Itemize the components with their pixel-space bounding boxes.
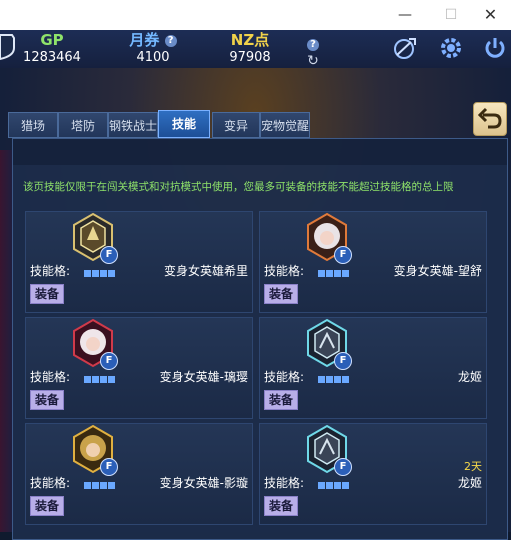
equip-button[interactable]: 装备 bbox=[264, 284, 298, 304]
skills-notice: 该页技能仅限于在闯关模式和对抗模式中使用，您最多可装备的技能不能超过技能格的总上… bbox=[23, 181, 454, 193]
skill-name: 变身女英雄-望舒 bbox=[393, 264, 482, 278]
tab-tower-defense[interactable]: 塔防 bbox=[58, 112, 108, 138]
refresh-icon[interactable]: ↻ bbox=[303, 53, 323, 69]
tab-iron-warrior[interactable]: 钢铁战士 bbox=[108, 112, 158, 138]
skill-card: F 技能格: 变身女英雄希里 装备 bbox=[25, 211, 253, 313]
nz-controls: ? ↻ bbox=[303, 34, 323, 69]
skill-name: 变身女英雄-影璇 bbox=[159, 476, 248, 490]
maximize-button[interactable]: ☐ bbox=[428, 0, 474, 30]
slot-pips bbox=[318, 266, 350, 280]
gp-value: 1283464 bbox=[23, 50, 81, 65]
close-window-button[interactable]: ✕ bbox=[470, 0, 511, 30]
back-icon[interactable] bbox=[473, 102, 507, 136]
minimize-button[interactable]: — bbox=[382, 0, 428, 30]
duration-badge: 2天 bbox=[464, 460, 482, 473]
tab-mutation[interactable]: 变异 bbox=[212, 112, 260, 138]
voucher-label: 月券 bbox=[129, 31, 160, 49]
skill-card: F 技能格: 变身女英雄-璃璎 装备 bbox=[25, 317, 253, 419]
slot-label: 技能格: bbox=[264, 264, 305, 278]
window-title-bar: — ☐ ✕ bbox=[0, 0, 511, 30]
skill-card: F 2天 技能格: 龙姬 装备 bbox=[259, 423, 487, 525]
skills-panel: 该页技能仅限于在闯关模式和对抗模式中使用，您最多可装备的技能不能超过技能格的总上… bbox=[12, 138, 508, 540]
voucher-value: 4100 bbox=[136, 50, 170, 65]
nz-label: NZ点 bbox=[230, 31, 270, 49]
equip-button[interactable]: 装备 bbox=[30, 496, 64, 516]
tab-hunting[interactable]: 猎场 bbox=[8, 112, 58, 138]
skill-name: 变身女英雄希里 bbox=[163, 264, 248, 278]
satellite-icon[interactable] bbox=[392, 35, 418, 61]
slot-label: 技能格: bbox=[264, 476, 305, 490]
tab-pet-awakening[interactable]: 宠物觉醒 bbox=[260, 112, 310, 138]
voucher-help-icon[interactable]: ? bbox=[164, 34, 177, 47]
slot-pips bbox=[84, 478, 116, 492]
gp-display: GP 1283464 bbox=[22, 32, 82, 66]
skill-name: 龙姬 bbox=[457, 370, 482, 384]
resource-bar: GP 1283464 月券 ? 4100 NZ点 97908 ? ↻ bbox=[0, 30, 511, 69]
slot-label: 技能格: bbox=[30, 370, 71, 384]
skill-card: F 技能格: 变身女英雄-影璇 装备 bbox=[25, 423, 253, 525]
slot-label: 技能格: bbox=[264, 370, 305, 384]
skill-slot-row: 技能格: 龙姬 bbox=[264, 368, 482, 384]
skill-slot-row: 技能格: 变身女英雄-影璇 bbox=[30, 474, 248, 490]
slot-pips bbox=[84, 266, 116, 280]
skill-slot-row: 技能格: 龙姬 bbox=[264, 474, 482, 490]
skill-slot-row: 技能格: 变身女英雄希里 bbox=[30, 262, 248, 278]
skill-card: F 技能格: 变身女英雄-望舒 装备 bbox=[259, 211, 487, 313]
skill-slot-row: 技能格: 变身女英雄-璃璎 bbox=[30, 368, 248, 384]
gear-icon[interactable] bbox=[438, 35, 464, 61]
nz-display: NZ点 97908 bbox=[220, 32, 280, 66]
equip-button[interactable]: 装备 bbox=[264, 496, 298, 516]
skill-name: 变身女英雄-璃璎 bbox=[159, 370, 248, 384]
slot-label: 技能格: bbox=[30, 264, 71, 278]
equip-button[interactable]: 装备 bbox=[30, 390, 64, 410]
power-icon[interactable] bbox=[482, 35, 508, 61]
gp-label: GP bbox=[40, 31, 64, 49]
slot-pips bbox=[84, 372, 116, 386]
skill-slot-row: 技能格: 变身女英雄-望舒 bbox=[264, 262, 482, 278]
panel-header bbox=[13, 139, 507, 165]
nz-value: 97908 bbox=[229, 50, 271, 65]
equip-button[interactable]: 装备 bbox=[30, 284, 64, 304]
skill-card: F 技能格: 龙姬 装备 bbox=[259, 317, 487, 419]
equip-button[interactable]: 装备 bbox=[264, 390, 298, 410]
nz-help-icon[interactable]: ? bbox=[307, 38, 319, 51]
tab-skills[interactable]: 技能 bbox=[158, 110, 210, 138]
shield-icon bbox=[0, 34, 15, 60]
voucher-display: 月券 ? 4100 bbox=[118, 32, 188, 66]
slot-label: 技能格: bbox=[30, 476, 71, 490]
slot-pips bbox=[318, 372, 350, 386]
slot-pips bbox=[318, 478, 350, 492]
skill-name: 龙姬 bbox=[457, 476, 482, 490]
